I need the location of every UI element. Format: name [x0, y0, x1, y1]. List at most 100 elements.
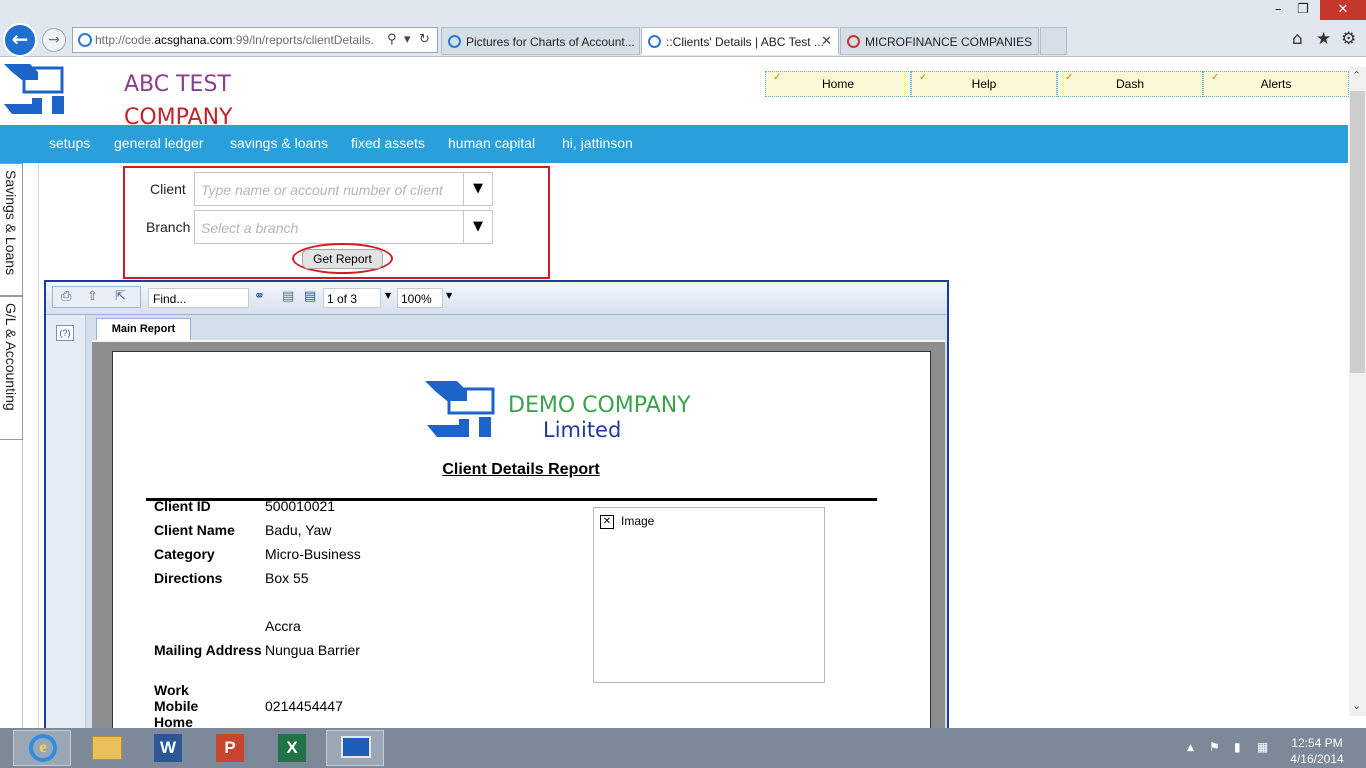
branch-select[interactable]: Select a branch ▼ [194, 210, 493, 244]
print-icon[interactable]: ⎙ [61, 289, 71, 304]
chevron-down-icon[interactable]: ▼ [463, 173, 492, 205]
clock-time: 12:54 PM [1291, 736, 1343, 750]
back-icon[interactable]: ← [3, 23, 37, 57]
side-tab-label: Savings & Loans [3, 170, 19, 276]
company-name-line1: ABC TEST [124, 72, 231, 97]
scroll-up-icon[interactable]: ⌃ [1352, 69, 1361, 82]
close-icon[interactable]: ✕ [821, 34, 832, 49]
tab-clients-details[interactable]: ::Clients' Details | ABC Test ... ✕ [641, 27, 839, 55]
directions-label: Directions [154, 570, 223, 586]
taskbar-ie[interactable]: e [13, 730, 71, 766]
new-tab-button[interactable] [1040, 27, 1067, 55]
ie-page-icon [78, 33, 92, 47]
pages-icon[interactable]: ▤ [304, 289, 316, 304]
page-dropdown-icon[interactable]: ▼ [385, 291, 391, 300]
nav-help-label: Help [971, 77, 997, 91]
tab-label: ::Clients' Details | ABC Test ... [666, 35, 824, 49]
binoculars-icon[interactable]: ⚭ [254, 289, 265, 304]
power-icon[interactable]: ▮ [1234, 740, 1241, 754]
menu-human-capital[interactable]: human capital [448, 135, 535, 151]
chevron-down-icon[interactable]: ▼ [463, 211, 492, 243]
nav-alerts[interactable]: ✓ Alerts [1203, 71, 1349, 97]
gear-icon[interactable]: ⚙ [1341, 29, 1356, 49]
remote-desktop-icon [341, 736, 371, 758]
menu-user-greeting[interactable]: hi, jattinson [562, 135, 633, 151]
window-close-button[interactable]: ✕ [1320, 0, 1366, 20]
check-icon: ✓ [1065, 72, 1074, 83]
tray-expand-icon[interactable]: ▲ [1187, 743, 1194, 753]
tab-label: MICROFINANCE COMPANIES [865, 35, 1033, 49]
nav-alerts-label: Alerts [1260, 77, 1292, 91]
check-icon: ✓ [1211, 72, 1220, 83]
get-report-button[interactable]: Get Report [302, 249, 383, 269]
viewer-sidebar: (?) [46, 315, 86, 738]
dropdown-icon[interactable]: ▾ [404, 32, 411, 47]
network-icon[interactable]: ▦ [1257, 740, 1268, 754]
menu-fixed-assets[interactable]: fixed assets [351, 135, 425, 151]
taskbar-explorer[interactable] [77, 730, 135, 766]
find-input[interactable]: Find... [148, 288, 249, 308]
taskbar-excel[interactable]: X [263, 730, 321, 766]
image-caption: Image [621, 514, 655, 528]
home-icon[interactable]: ⌂ [1292, 29, 1303, 49]
mailing-address-label: Mailing Address [154, 642, 262, 658]
side-tab-label: G/L & Accounting [3, 303, 19, 411]
demo-company-suffix: Limited [543, 418, 622, 442]
menu-general-ledger[interactable]: general ledger [114, 135, 204, 151]
menu-savings-loans[interactable]: savings & loans [230, 135, 328, 151]
zoom-dropdown-icon[interactable]: ▼ [446, 291, 452, 300]
tab-pictures[interactable]: Pictures for Charts of Account... [441, 27, 640, 55]
ie-icon: e [29, 734, 57, 762]
excel-icon: X [278, 734, 306, 762]
star-icon[interactable]: ★ [1316, 29, 1331, 49]
get-report-highlight: Get Report [292, 243, 393, 274]
scroll-thumb[interactable] [1350, 91, 1365, 373]
client-id-label: Client ID [154, 498, 211, 514]
mailing-address-value: Nungua Barrier [265, 642, 360, 658]
restore-icon[interactable]: ❐ [1297, 2, 1309, 17]
taskbar-remote-desktop[interactable] [326, 730, 384, 766]
side-tab-savings-loans[interactable]: Savings & Loans [0, 163, 23, 296]
demo-company-logo [425, 381, 495, 437]
tab-label: Pictures for Charts of Account... [466, 35, 635, 49]
site-tab-icon [847, 35, 860, 48]
page-indicator[interactable]: 1 of 3 [323, 288, 381, 308]
report-viewer: ⎙ ⇧ ⇱ Find... ⚭ ▤ ▤ 1 of 3 ▼ 100% ▼ (?) … [44, 280, 949, 740]
nav-dash-label: Dash [1115, 77, 1144, 91]
tab-main-report[interactable]: Main Report [96, 318, 191, 340]
divider [38, 163, 39, 728]
side-tabs: Savings & Loans G/L & Accounting [0, 163, 23, 728]
folder-icon [92, 736, 122, 760]
flag-icon[interactable]: ⚑ [1209, 740, 1220, 754]
clock-date: 4/16/2014 [1290, 752, 1344, 766]
refresh-icon[interactable]: ↻ [419, 32, 430, 47]
category-value: Micro-Business [265, 546, 361, 562]
nav-help[interactable]: ✓ Help [911, 71, 1057, 97]
branch-label: Branch [146, 219, 191, 235]
nav-home-label: Home [821, 77, 854, 91]
nav-dash[interactable]: ✓ Dash [1057, 71, 1203, 97]
menu-setups[interactable]: setups [49, 135, 90, 151]
work-phone-label: Work [154, 682, 189, 698]
page-scrollbar[interactable]: ⌃ ⌄ [1349, 67, 1366, 716]
help-icon[interactable]: (?) [56, 325, 74, 341]
nav-home[interactable]: ✓ Home [765, 71, 911, 97]
address-bar[interactable]: http://code.acsghana.com:99/ln/reports/c… [72, 27, 438, 53]
page-icon[interactable]: ▤ [282, 289, 294, 304]
client-select[interactable]: Type name or account number of client ▼ [194, 172, 493, 206]
forward-icon[interactable]: → [42, 28, 66, 52]
up-icon[interactable]: ⇧ [87, 289, 98, 304]
directions-value-line2: Accra [265, 618, 301, 634]
taskbar-word[interactable]: W [139, 730, 197, 766]
client-label: Client [150, 181, 186, 197]
minimize-icon[interactable]: – [1275, 2, 1282, 17]
side-tab-gl-accounting[interactable]: G/L & Accounting [0, 296, 23, 440]
scroll-down-icon[interactable]: ⌄ [1352, 699, 1361, 712]
search-icon[interactable]: ⚲ [387, 32, 397, 47]
tab-microfinance[interactable]: MICROFINANCE COMPANIES [840, 27, 1039, 55]
clock[interactable]: 12:54 PM 4/16/2014 [1284, 735, 1350, 767]
taskbar-powerpoint[interactable]: P [201, 730, 259, 766]
export-icon[interactable]: ⇱ [115, 289, 126, 304]
client-placeholder: Type name or account number of client [201, 182, 443, 198]
zoom-select[interactable]: 100% [397, 288, 443, 308]
